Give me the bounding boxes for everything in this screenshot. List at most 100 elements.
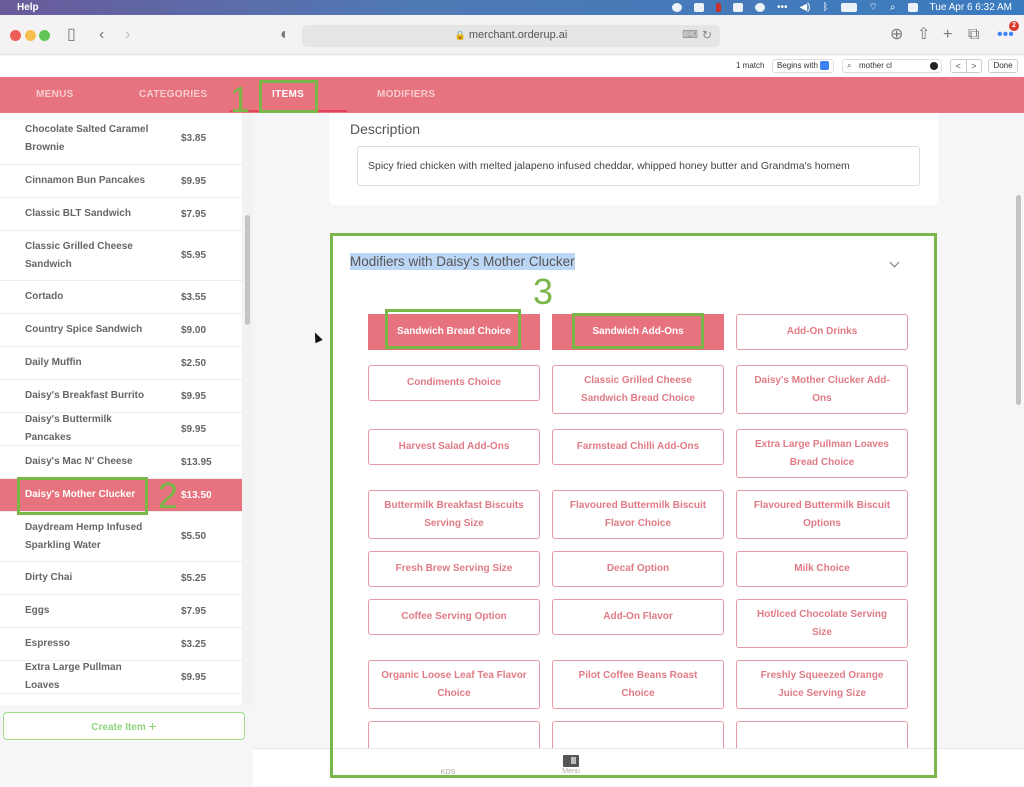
mouse-cursor — [311, 330, 323, 344]
back-icon[interactable]: ‹ — [99, 26, 104, 44]
items-list-scrollbar[interactable] — [245, 215, 250, 325]
item-row[interactable]: Eggs $7.95 — [0, 595, 242, 628]
item-row[interactable]: Country Spice Sandwich $9.00 — [0, 314, 242, 347]
modifier-button[interactable]: Buttermilk Breakfast Biscuits Serving Si… — [368, 490, 540, 539]
modifier-button[interactable]: Extra Large Pullman Loaves Bread Choice — [736, 429, 908, 478]
status-icons: ••• ◀) ᛒ ⌔ ⌕ Tue Apr 6 6:32 AM — [671, 1, 1024, 14]
modifier-button[interactable]: Pilot Coffee Beans Roast Choice — [552, 660, 724, 709]
translate-icon[interactable]: ⌨ — [682, 28, 698, 41]
privacy-shield-icon[interactable]: ◐ — [280, 26, 290, 44]
item-price: $9.95 — [181, 390, 207, 402]
item-row[interactable]: Classic Grilled Cheese Sandwich $5.95 — [0, 231, 242, 281]
volume-icon[interactable]: ◀) — [799, 2, 810, 13]
modifier-button[interactable]: Classic Grilled Cheese Sandwich Bread Ch… — [552, 365, 724, 414]
description-card: Description Spicy fried chicken with mel… — [329, 113, 938, 205]
bottom-nav-kds[interactable]: KDS — [428, 755, 468, 776]
tab-categories[interactable]: CATEGORIES — [139, 77, 207, 113]
item-row[interactable]: Daisy's Mac N' Cheese $13.95 — [0, 446, 242, 479]
modifier-button[interactable]: Organic Loose Leaf Tea Flavor Choice — [368, 660, 540, 709]
find-bar: 1 match Begins with ⌕ mother cl < > Done — [0, 56, 1024, 77]
sync-icon[interactable] — [732, 3, 743, 12]
item-row[interactable]: Daydream Hemp Infused Sparkling Water $5.… — [0, 512, 242, 562]
bluetooth-icon[interactable]: ᛒ — [823, 2, 829, 13]
item-name: Classic Grilled Cheese Sandwich — [25, 240, 133, 270]
item-row[interactable]: Extra Large Pullman Loaves $9.95 — [0, 661, 242, 694]
item-name: Daisy's Mother Clucker — [25, 489, 136, 500]
item-row[interactable]: Espresso $3.25 — [0, 628, 242, 661]
chevron-down-icon[interactable] — [889, 257, 900, 268]
modifier-button[interactable]: Add-On Drinks — [736, 314, 908, 350]
modifier-button[interactable]: Flavoured Buttermilk Biscuit Flavor Choi… — [552, 490, 724, 539]
main-scrollbar[interactable] — [1016, 195, 1021, 405]
item-row[interactable]: Classic BLT Sandwich $7.95 — [0, 198, 242, 231]
modifier-button[interactable]: Add-On Flavor — [552, 599, 724, 635]
modifier-button[interactable]: Hot/Iced Chocolate Serving Size — [736, 599, 908, 648]
description-input[interactable]: Spicy fried chicken with melted jalapeno… — [357, 146, 920, 186]
items-list-scrollbar-track[interactable] — [242, 113, 253, 705]
modifier-button[interactable]: Farmstead Chilli Add-Ons — [552, 429, 724, 465]
share-icon[interactable]: ⇧ — [917, 26, 930, 44]
item-name: Daydream Hemp Infused Sparkling Water — [25, 521, 143, 551]
downloads-icon[interactable]: ⊕ — [890, 26, 903, 44]
bottom-nav-menu[interactable]: Menu — [551, 755, 591, 775]
app-status-icon[interactable] — [715, 3, 721, 12]
item-price: $3.85 — [181, 133, 207, 144]
tab-menus[interactable]: MENUS — [36, 77, 74, 113]
forward-icon[interactable]: › — [125, 26, 130, 44]
item-row[interactable]: Daisy's Breakfast Burrito $9.95 — [0, 380, 242, 413]
address-bar[interactable]: 🔒 merchant.orderup.ai ⌨ ↻ — [302, 25, 720, 47]
layout-icon[interactable] — [693, 3, 704, 12]
record-icon[interactable] — [671, 3, 682, 12]
item-row[interactable]: Cinnamon Bun Pancakes $9.95 — [0, 165, 242, 198]
modifier-button[interactable]: Sandwich Add-Ons — [552, 314, 724, 350]
control-center-icon[interactable] — [907, 3, 918, 12]
modifier-button[interactable]: Harvest Salad Add-Ons — [368, 429, 540, 465]
modifier-button[interactable]: Freshly Squeezed Orange Juice Serving Si… — [736, 660, 908, 709]
menu-help[interactable]: Help — [17, 2, 39, 13]
sidebar-toggle-icon[interactable]: ▯ — [67, 26, 76, 44]
tab-overview-icon[interactable]: ⧉ — [968, 26, 979, 44]
reload-icon[interactable]: ↻ — [702, 28, 712, 42]
find-done-button[interactable]: Done — [988, 59, 1018, 73]
browser-toolbar: ▯ ‹ › ◐ 🔒 merchant.orderup.ai ⌨ ↻ ⊕ ⇧ + ⧉… — [0, 15, 1024, 55]
find-mode-select[interactable]: Begins with — [772, 59, 834, 73]
item-row[interactable]: Cortado $3.55 — [0, 281, 242, 314]
find-next-button[interactable]: > — [967, 60, 982, 72]
app-nav-tabs: MENUS CATEGORIES ITEMS MODIFIERS — [0, 77, 1024, 113]
item-row[interactable]: Chocolate Salted Caramel Brownie $3.85 — [0, 113, 242, 165]
modifier-button[interactable]: Flavoured Buttermilk Biscuit Options — [736, 490, 908, 539]
tab-items[interactable]: ITEMS — [272, 77, 304, 113]
dots-icon[interactable]: ••• — [777, 2, 788, 13]
modifier-button[interactable]: Decaf Option — [552, 551, 724, 587]
zoom-window-button[interactable] — [39, 30, 50, 41]
item-row[interactable]: Dirty Chai $5.25 — [0, 562, 242, 595]
item-price: $7.95 — [181, 208, 207, 220]
wifi-icon[interactable]: ⌔ — [869, 1, 878, 14]
modifier-button[interactable]: Fresh Brew Serving Size — [368, 551, 540, 587]
clock[interactable]: Tue Apr 6 6:32 AM — [930, 2, 1012, 13]
minimize-window-button[interactable] — [25, 30, 36, 41]
find-previous-button[interactable]: < — [951, 60, 967, 72]
battery-icon[interactable] — [840, 3, 857, 12]
item-name: Chocolate Salted Caramel Brownie — [25, 123, 149, 153]
modifiers-title: Modifiers with Daisy's Mother Clucker — [350, 253, 575, 270]
modifier-button[interactable]: Sandwich Bread Choice — [368, 314, 540, 350]
tab-modifiers[interactable]: MODIFIERS — [377, 77, 435, 113]
item-row[interactable]: Daisy's Buttermilk Pancakes $9.95 — [0, 413, 242, 446]
item-row[interactable]: Daisy's Mother Clucker $13.50 — [0, 479, 242, 512]
item-row[interactable]: Daily Muffin $2.50 — [0, 347, 242, 380]
new-tab-icon[interactable]: + — [943, 26, 952, 44]
close-window-button[interactable] — [10, 30, 21, 41]
modifier-button[interactable]: Milk Choice — [736, 551, 908, 587]
create-item-button[interactable]: Create Item + — [3, 712, 245, 740]
notification-badge: 2 — [1009, 21, 1019, 31]
clear-search-icon[interactable] — [930, 62, 938, 70]
modifier-button[interactable]: Condiments Choice — [368, 365, 540, 401]
find-input[interactable]: ⌕ mother cl — [842, 59, 942, 73]
annotation-number-3: 3 — [533, 271, 554, 312]
modifier-button[interactable]: Daisy's Mother Clucker Add-Ons — [736, 365, 908, 414]
modifier-button[interactable]: Coffee Serving Option — [368, 599, 540, 635]
play-icon[interactable] — [754, 3, 765, 12]
spotlight-search-icon[interactable]: ⌕ — [890, 2, 896, 13]
item-price: $5.50 — [181, 531, 207, 542]
